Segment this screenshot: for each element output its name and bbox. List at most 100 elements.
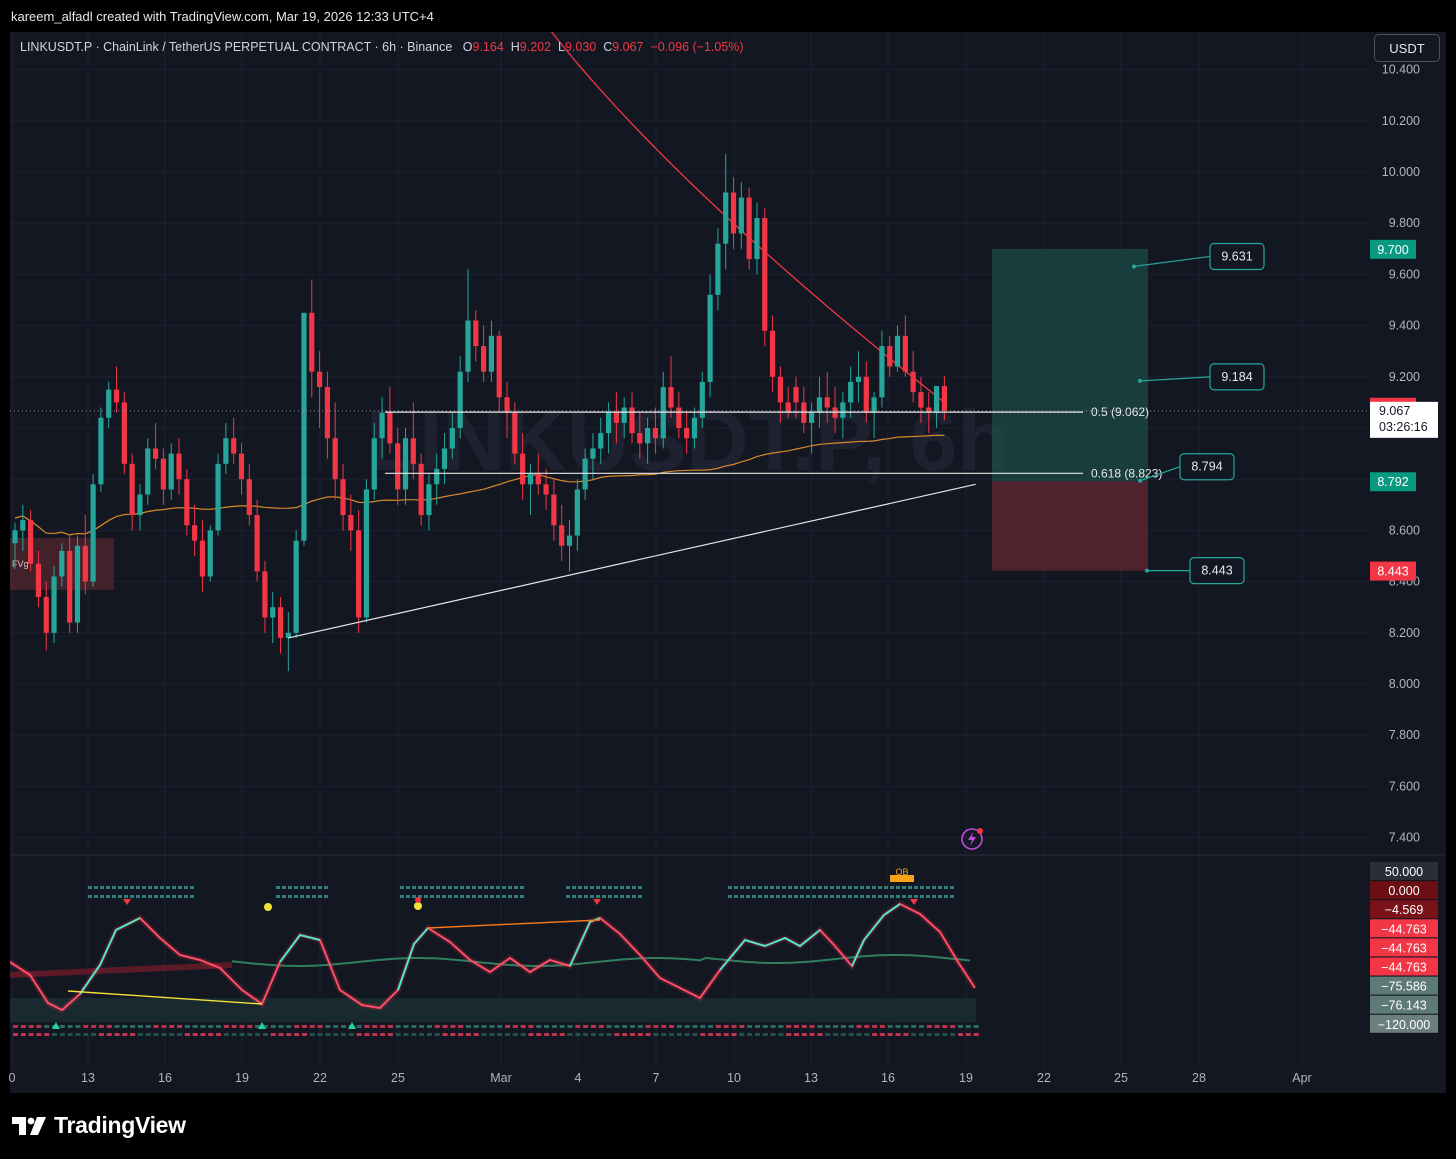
heat-strip (950, 886, 954, 889)
high-value: 9.202 (519, 40, 552, 54)
indicator-strip-bottom (926, 1033, 932, 1036)
callout-value: 8.443 (1201, 564, 1232, 578)
indicator-strip-top (872, 1025, 878, 1028)
indicator-strip-bottom (629, 1033, 635, 1036)
heat-strip (752, 886, 756, 889)
heat-strip (478, 886, 482, 889)
price-axis[interactable]: 10.400 10.200 10.000 9.800 9.600 9.400 9.200 8.… (1370, 63, 1438, 845)
candle-body (363, 489, 370, 618)
indicator-strip-bottom (684, 1033, 690, 1036)
indicator-strip-bottom (36, 1033, 42, 1036)
indicator-strip-bottom (91, 1033, 97, 1036)
candle (457, 356, 463, 439)
indicator-strip-top (754, 1025, 760, 1028)
indicator-strip-bottom (130, 1033, 136, 1036)
indicator-strip-top (98, 1025, 104, 1028)
candle-body (473, 320, 479, 347)
price-tick-label: 9.600 (1389, 267, 1420, 281)
indicator-strip-bottom (778, 1033, 784, 1036)
indicator-strip-bottom (536, 1033, 542, 1036)
callout-anchor (1138, 478, 1142, 483)
indicator-strip-bottom (786, 1033, 792, 1036)
heat-strip (794, 886, 798, 889)
candle-body (894, 335, 901, 367)
candle-body (941, 386, 947, 411)
time-tick-label: 22 (1037, 1071, 1051, 1085)
candle-body (848, 381, 854, 403)
indicator-strip-top (278, 1025, 284, 1028)
heat-strip (496, 895, 500, 898)
candle (51, 566, 57, 644)
price-chart[interactable]: LINKUSDT.P, 6h FVg 0.5 (9.062)0.618 (8.8… (0, 0, 1456, 1159)
indicator-strip-top (434, 1025, 440, 1028)
candle-body (559, 525, 565, 546)
indicator-strip-bottom (559, 1033, 565, 1036)
indicator-strip-bottom (13, 1033, 18, 1036)
candle-body (262, 571, 268, 618)
indicator-strip-bottom (20, 1033, 26, 1036)
heat-strip (424, 895, 428, 898)
oscillator-up-segment (79, 917, 141, 995)
symbol-legend[interactable]: LINKUSDT.P · ChainLink / TetherUS PERPET… (20, 40, 744, 54)
sell-triangle-icon (123, 899, 131, 905)
heat-strip (412, 886, 416, 889)
indicator-strip-top (825, 1025, 831, 1028)
candle (402, 428, 409, 505)
heat-strip (770, 886, 774, 889)
heat-strip (306, 886, 310, 889)
indicator-strip-top (512, 1025, 518, 1028)
price-tick-label: 8.000 (1389, 677, 1420, 691)
candle-body (887, 346, 893, 367)
candle (324, 371, 330, 459)
indicator-strip-top (895, 1025, 901, 1028)
heat-strip (436, 895, 440, 898)
indicator-strip-bottom (653, 1033, 659, 1036)
candle-body (918, 392, 924, 408)
candle-body (902, 335, 908, 372)
indicator-strip-bottom (887, 1033, 893, 1036)
candle-body (527, 474, 534, 485)
heat-strip (896, 895, 900, 898)
heat-strip (484, 886, 488, 889)
indicator-strip-top (44, 1025, 50, 1028)
heat-strip (112, 886, 116, 889)
price-tick-label: 8.600 (1389, 523, 1420, 537)
heat-strip (318, 895, 322, 898)
indicator-strip-bottom (325, 1033, 331, 1036)
time-tick-label: 0 (9, 1071, 16, 1085)
heat-strip (430, 886, 434, 889)
candle (715, 228, 721, 311)
indicator-strip-top (192, 1025, 198, 1028)
candle (762, 207, 768, 347)
heat-strip (608, 895, 612, 898)
candle (559, 504, 565, 562)
heat-strip (884, 886, 888, 889)
candle (270, 591, 276, 644)
currency-button[interactable]: USDT (1374, 34, 1440, 62)
heat-strip (854, 886, 858, 889)
indicator-strip-top (661, 1025, 667, 1028)
indicator-strip-top (786, 1025, 792, 1028)
heat-strip (288, 886, 292, 889)
candle-body (12, 530, 18, 544)
candle-body (512, 412, 518, 454)
heat-strip (878, 886, 882, 889)
heat-strip (572, 895, 576, 898)
indicator-strip-top (137, 1025, 143, 1028)
heat-strip (890, 895, 894, 898)
indicator-strip-bottom (419, 1033, 425, 1036)
candle-body (215, 463, 221, 531)
indicator-strip-top (950, 1025, 956, 1028)
heat-strip (442, 895, 446, 898)
heat-strip (602, 895, 606, 898)
candle-body (738, 197, 744, 234)
time-tick-label: 13 (81, 1071, 95, 1085)
indicator-strip-bottom (434, 1033, 440, 1036)
tradingview-logo[interactable]: TradingView (12, 1112, 186, 1139)
time-axis[interactable]: 0 13 16 19 22 25 Mar 4 7 10 13 16 19 22 25 28 Apr (9, 1071, 1312, 1085)
heat-strip (854, 895, 858, 898)
fvg-label: FVg (12, 559, 29, 569)
indicator-strip-top (770, 1025, 776, 1028)
heat-strip (136, 895, 140, 898)
candle-body (434, 468, 440, 485)
